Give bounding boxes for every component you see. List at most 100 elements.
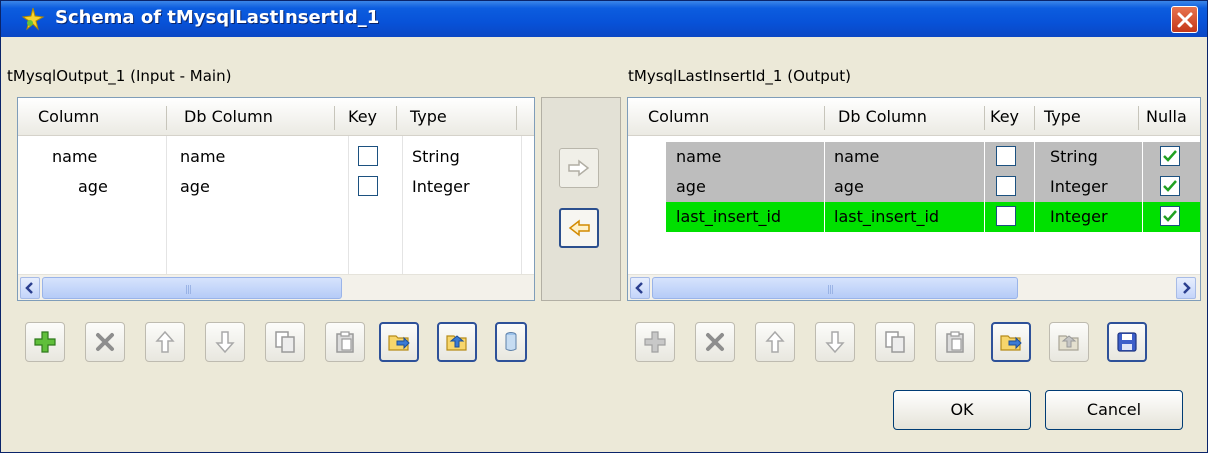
horizontal-scrollbar[interactable]: ||| — [18, 274, 534, 300]
move-up-button[interactable] — [145, 322, 185, 362]
column-separator — [166, 106, 167, 130]
import-schema-button[interactable] — [379, 322, 419, 362]
nullable-checkbox[interactable] — [1160, 206, 1180, 226]
cell-type: String — [1050, 147, 1098, 166]
column-separator — [396, 106, 397, 130]
remove-row-button[interactable] — [695, 322, 735, 362]
key-checkbox[interactable] — [996, 146, 1016, 166]
table-row-readonly[interactable]: age age Integer — [666, 172, 1200, 202]
save-schema-button[interactable] — [1107, 322, 1147, 362]
import-folder-icon — [388, 335, 410, 351]
import-folder-icon — [1000, 335, 1022, 351]
header-nullable[interactable]: Nulla — [1136, 98, 1187, 136]
header-key[interactable]: Key — [980, 98, 1019, 136]
column-separator — [824, 106, 825, 130]
cell-type: Integer — [1050, 177, 1108, 196]
key-checkbox[interactable] — [358, 146, 378, 166]
table-row[interactable]: name name String — [18, 142, 534, 172]
cell-db-column: age — [834, 177, 864, 196]
horizontal-scrollbar[interactable]: ||| — [628, 274, 1200, 300]
scroll-thumb[interactable]: ||| — [42, 277, 342, 299]
move-up-button[interactable] — [755, 322, 795, 362]
cell-db-column: name — [180, 147, 226, 166]
cell-column: name — [676, 147, 722, 166]
key-checkbox[interactable] — [358, 176, 378, 196]
input-schema-table[interactable]: Column Db Column Key Type name name Stri… — [17, 97, 535, 301]
table-row-new[interactable]: last_insert_id last_insert_id Integer — [666, 202, 1200, 232]
chevron-right-icon — [1183, 282, 1191, 294]
grid-line — [1034, 142, 1035, 232]
sparkle-icon — [21, 7, 45, 31]
output-schema-label: tMysqlLastInsertId_1 (Output) — [628, 67, 852, 85]
table-row-readonly[interactable]: name name String — [666, 142, 1200, 172]
nullable-checkbox[interactable] — [1160, 176, 1180, 196]
cell-column: last_insert_id — [676, 207, 782, 226]
repository-button[interactable] — [495, 322, 527, 362]
copy-icon — [885, 331, 905, 353]
grid-line — [824, 142, 825, 232]
copy-button[interactable] — [875, 322, 915, 362]
add-row-button[interactable] — [635, 322, 675, 362]
arrow-down-icon — [825, 331, 845, 354]
export-schema-button[interactable] — [1049, 322, 1089, 362]
nullable-checkbox[interactable] — [1160, 146, 1180, 166]
export-schema-button[interactable] — [437, 322, 477, 362]
column-separator — [516, 106, 517, 130]
grip-icon: ||| — [827, 285, 834, 295]
import-schema-button[interactable] — [991, 322, 1031, 362]
scroll-right-button[interactable] — [1176, 277, 1196, 299]
paste-icon — [946, 331, 964, 353]
save-icon — [1117, 332, 1137, 352]
close-icon — [1177, 12, 1192, 27]
arrow-down-icon — [215, 331, 235, 354]
copy-to-input-button[interactable] — [559, 208, 599, 248]
add-row-button[interactable] — [25, 322, 65, 362]
copy-icon — [275, 331, 295, 353]
cell-type: Integer — [412, 177, 470, 196]
header-column[interactable]: Column — [638, 98, 709, 136]
grip-icon: ||| — [185, 285, 192, 295]
input-schema-label: tMysqlOutput_1 (Input - Main) — [7, 67, 232, 85]
cancel-button[interactable]: Cancel — [1045, 390, 1183, 430]
header-type[interactable]: Type — [400, 98, 447, 136]
export-folder-icon — [1058, 335, 1079, 351]
header-column[interactable]: Column — [28, 98, 99, 136]
delete-icon — [96, 333, 114, 351]
arrow-up-icon — [765, 330, 785, 353]
column-separator — [334, 106, 335, 130]
cell-column: age — [78, 177, 108, 196]
header-type[interactable]: Type — [1034, 98, 1081, 136]
key-checkbox[interactable] — [996, 176, 1016, 196]
scroll-left-button[interactable] — [20, 277, 40, 299]
cell-column: age — [676, 177, 706, 196]
table-header: Column Db Column Key Type Nulla — [628, 98, 1200, 136]
move-down-button[interactable] — [205, 322, 245, 362]
database-icon — [505, 332, 517, 351]
grid-line — [984, 142, 985, 232]
title-bar[interactable]: Schema of tMysqlLastInsertId_1 — [1, 1, 1207, 37]
cell-type: String — [412, 147, 460, 166]
export-folder-icon — [446, 335, 467, 351]
window-title: Schema of tMysqlLastInsertId_1 — [55, 7, 380, 28]
close-button[interactable] — [1171, 6, 1198, 33]
header-db-column[interactable]: Db Column — [828, 98, 927, 136]
paste-button[interactable] — [935, 322, 975, 362]
transfer-panel — [541, 97, 621, 301]
copy-to-output-button[interactable] — [559, 148, 599, 188]
remove-row-button[interactable] — [85, 322, 125, 362]
move-down-button[interactable] — [815, 322, 855, 362]
header-key[interactable]: Key — [338, 98, 377, 136]
table-row[interactable]: age age Integer — [18, 172, 534, 202]
cell-db-column: age — [180, 177, 210, 196]
output-schema-table[interactable]: Column Db Column Key Type Nulla name nam… — [627, 97, 1201, 301]
arrow-left-icon — [568, 219, 590, 237]
scroll-left-button[interactable] — [630, 277, 650, 299]
scroll-thumb[interactable]: ||| — [652, 277, 1018, 299]
table-header: Column Db Column Key Type — [18, 98, 534, 136]
ok-button[interactable]: OK — [893, 390, 1031, 430]
copy-button[interactable] — [265, 322, 305, 362]
key-checkbox[interactable] — [996, 206, 1016, 226]
paste-button[interactable] — [325, 322, 365, 362]
delete-icon — [706, 333, 724, 351]
header-db-column[interactable]: Db Column — [174, 98, 273, 136]
